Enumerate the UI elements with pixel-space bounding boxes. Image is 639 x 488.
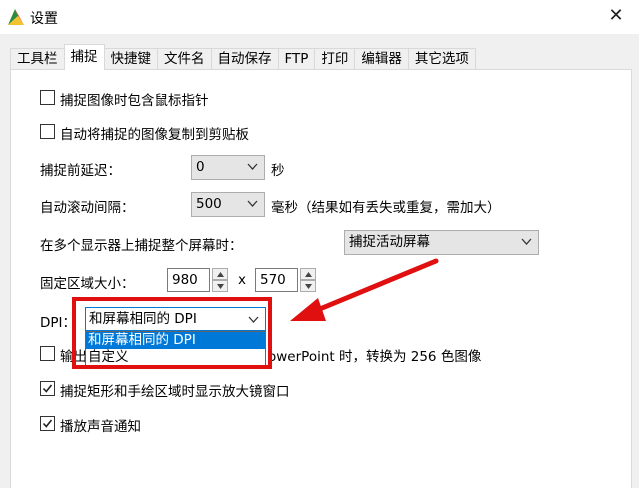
tab-capture[interactable]: 捕捉 <box>63 44 105 70</box>
red-arrow-annotation <box>290 258 439 321</box>
